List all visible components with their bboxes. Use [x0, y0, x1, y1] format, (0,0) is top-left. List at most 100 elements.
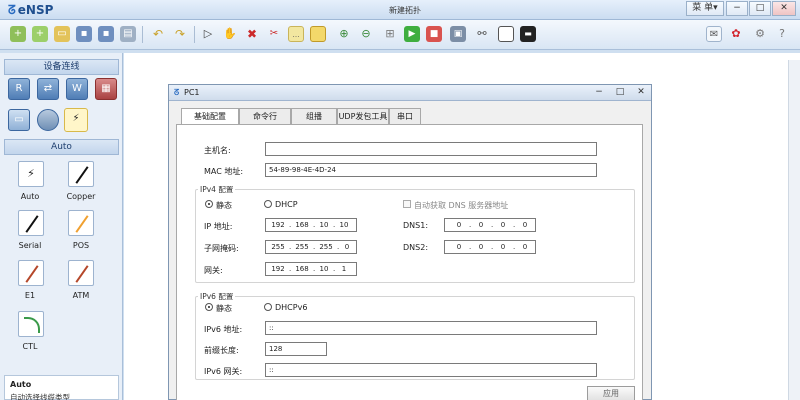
- ipv6-static-radio[interactable]: [205, 303, 213, 311]
- cable-label-pos: POS: [72, 241, 90, 250]
- hostname-label: 主机名:: [204, 146, 231, 155]
- cable-label-e1: E1: [24, 291, 36, 300]
- title-bar: ᘔ eNSP 新建拓扑 菜 单▾ − □ ✕: [0, 0, 800, 20]
- dialog-close-button[interactable]: ✕: [634, 86, 648, 99]
- cloud-icon[interactable]: [37, 109, 59, 131]
- ensp-logo-icon: ᘔ: [8, 3, 16, 17]
- pc-logo-icon: ᘔ: [174, 88, 180, 97]
- basic-config-panel: 主机名: MAC 地址: 54-89-98-4E-4D-24 IPv4 配置 静…: [176, 124, 643, 400]
- pc-icon[interactable]: ▭: [8, 109, 30, 131]
- router-icon[interactable]: R: [8, 78, 30, 100]
- dialog-maximize-button[interactable]: □: [613, 86, 627, 99]
- tab-multicast[interactable]: 组播: [291, 108, 337, 124]
- cable-description-text: 自动选择线缆类型: [10, 393, 70, 400]
- ipv4-dhcp-label: DHCP: [275, 200, 298, 209]
- connection-icon[interactable]: ⚡: [64, 108, 88, 132]
- subnet-mask-input[interactable]: 255. 255. 255. 0: [265, 240, 357, 254]
- pos-cable-icon[interactable]: [68, 210, 94, 236]
- e1-cable-icon[interactable]: [18, 260, 44, 286]
- close-button[interactable]: ✕: [772, 1, 796, 16]
- serial-cable-icon[interactable]: [18, 210, 44, 236]
- settings-icon[interactable]: ⚙: [752, 26, 768, 42]
- dns2-label: DNS2:: [403, 243, 429, 252]
- start-devices-icon[interactable]: ▶: [404, 26, 420, 42]
- huawei-icon[interactable]: ✿: [728, 26, 744, 42]
- firewall-icon[interactable]: ▦: [95, 78, 117, 100]
- gateway-label: 网关:: [204, 266, 223, 275]
- help-icon[interactable]: ?: [774, 26, 790, 42]
- ip-label: IP 地址:: [204, 222, 233, 231]
- ctl-cable-icon[interactable]: [18, 311, 44, 337]
- dns2-input[interactable]: 0. 0. 0. 0: [444, 240, 536, 254]
- pan-icon[interactable]: ✋: [222, 26, 238, 42]
- tab-command-line[interactable]: 命令行: [239, 108, 291, 124]
- prefix-length-input[interactable]: 128: [265, 342, 327, 356]
- new-topology-icon[interactable]: +: [10, 26, 26, 42]
- cable-label-copper: Copper: [66, 192, 96, 201]
- ipv6-static-label: 静态: [216, 304, 232, 313]
- hostname-input[interactable]: [265, 142, 597, 156]
- auto-dns-checkbox[interactable]: [403, 200, 411, 208]
- tab-serial[interactable]: 串口: [389, 108, 421, 124]
- switch-icon[interactable]: ⇄: [37, 78, 59, 100]
- ipv6-address-input[interactable]: ::: [265, 321, 597, 335]
- atm-cable-icon[interactable]: [68, 260, 94, 286]
- auto-cable-icon[interactable]: ⚡: [18, 161, 44, 187]
- delete-icon[interactable]: ✖: [244, 26, 260, 42]
- redo-icon[interactable]: ↷: [172, 26, 188, 42]
- pc1-config-dialog: ᘔ PC1 − □ ✕ 基础配置 命令行 组播 UDP发包工具 串口 主机名: …: [168, 84, 652, 400]
- ipv4-static-label: 静态: [216, 201, 232, 210]
- mac-input[interactable]: 54-89-98-4E-4D-24: [265, 163, 597, 177]
- ipv6-dhcpv6-label: DHCPv6: [275, 303, 308, 312]
- app-logo: ᘔ eNSP: [8, 3, 54, 17]
- new-lab-icon[interactable]: +: [32, 26, 48, 42]
- chat-icon[interactable]: ✉: [706, 26, 722, 42]
- ipv6-gateway-input[interactable]: ::: [265, 363, 597, 377]
- ipv4-group-title: IPv4 配置: [198, 184, 236, 195]
- tab-udp-tool[interactable]: UDP发包工具: [337, 108, 389, 124]
- ipv6-dhcpv6-radio[interactable]: [264, 303, 272, 311]
- save-icon[interactable]: ▪: [76, 26, 92, 42]
- undo-icon[interactable]: ↶: [150, 26, 166, 42]
- cable-label-atm: ATM: [72, 291, 90, 300]
- console-icon[interactable]: ▬: [520, 26, 536, 42]
- screenshot-icon[interactable]: [498, 26, 514, 42]
- ip-address-input[interactable]: 192. 168. 10. 10: [265, 218, 357, 232]
- apply-button[interactable]: 应用: [587, 386, 635, 400]
- stop-devices-icon[interactable]: ■: [426, 26, 442, 42]
- delete-links-icon[interactable]: ✂: [266, 26, 282, 42]
- cable-label-serial: Serial: [18, 241, 42, 250]
- zoom-out-icon[interactable]: ⊖: [358, 26, 374, 42]
- canvas-scrollbar[interactable]: [788, 60, 800, 400]
- maximize-button[interactable]: □: [749, 1, 771, 16]
- dns1-input[interactable]: 0. 0. 0. 0: [444, 218, 536, 232]
- topology-icon[interactable]: ⚯: [474, 26, 490, 42]
- print-icon[interactable]: ▤: [120, 26, 136, 42]
- tab-basic-config[interactable]: 基础配置: [181, 108, 239, 125]
- zoom-in-icon[interactable]: ⊕: [336, 26, 352, 42]
- auto-dns-label: 自动获取 DNS 服务器地址: [414, 201, 509, 210]
- mac-label: MAC 地址:: [204, 167, 244, 176]
- ipv6-gateway-label: IPv6 网关:: [204, 367, 243, 376]
- minimize-button[interactable]: −: [726, 1, 748, 16]
- toolbar: + + ▭ ▪ ▪ ▤ ↶ ↷ ▷ ✋ ✖ ✂ … ⊕ ⊖ ⊞ ▶ ■ ▣ ⚯ …: [0, 20, 800, 50]
- dns1-label: DNS1:: [403, 221, 429, 230]
- dialog-minimize-button[interactable]: −: [592, 86, 606, 99]
- menu-button[interactable]: 菜 单▾: [686, 1, 724, 16]
- rectangle-icon[interactable]: [310, 26, 326, 42]
- gateway-input[interactable]: 192. 168. 10. 1: [265, 262, 357, 276]
- ipv4-static-radio[interactable]: [205, 200, 213, 208]
- open-icon[interactable]: ▭: [54, 26, 70, 42]
- ipv4-dhcp-radio[interactable]: [264, 200, 272, 208]
- device-panel-header: 设备连线: [4, 59, 119, 75]
- save-as-icon[interactable]: ▪: [98, 26, 114, 42]
- select-icon[interactable]: ▷: [200, 26, 216, 42]
- copper-cable-icon[interactable]: [68, 161, 94, 187]
- mask-label: 子网掩码:: [204, 244, 239, 253]
- capture-icon[interactable]: ▣: [450, 26, 466, 42]
- wlan-icon[interactable]: W: [66, 78, 88, 100]
- ipv6-group-title: IPv6 配置: [198, 291, 236, 302]
- text-icon[interactable]: …: [288, 26, 304, 42]
- cable-label-auto: Auto: [20, 192, 40, 201]
- fit-icon[interactable]: ⊞: [382, 26, 398, 42]
